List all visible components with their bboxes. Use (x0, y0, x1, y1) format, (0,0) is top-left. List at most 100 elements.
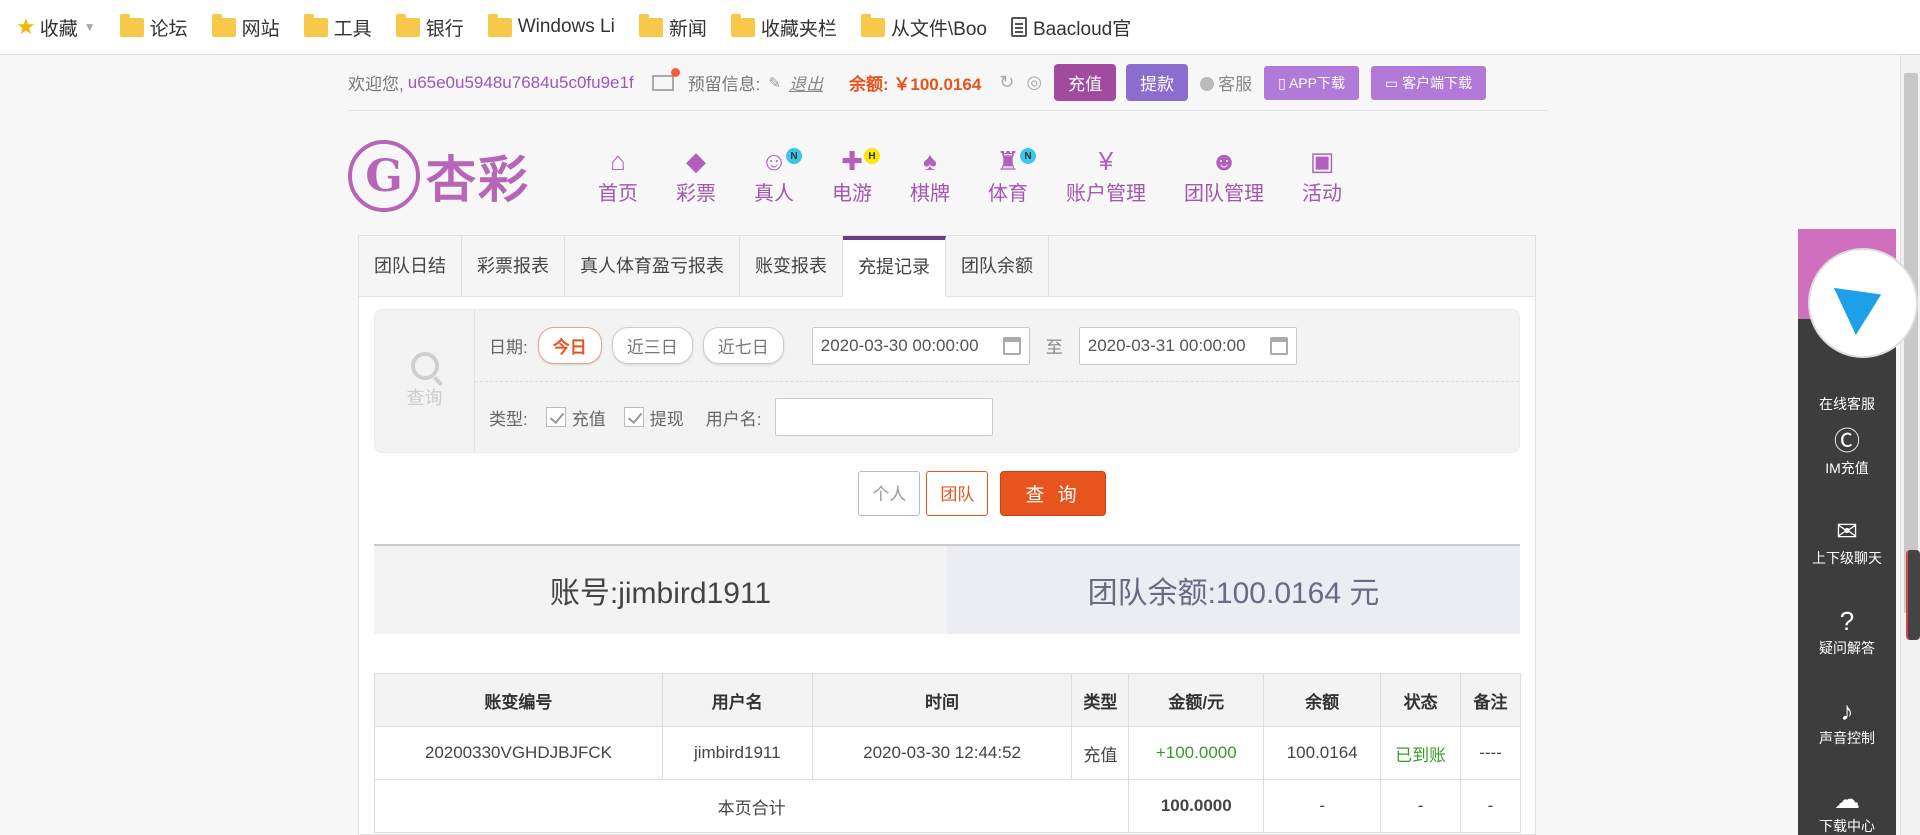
search-icon (410, 352, 439, 380)
calendar-icon[interactable] (1269, 336, 1288, 355)
app-download-button[interactable]: ▯ APP下载 (1264, 65, 1359, 100)
subtotal-note: - (1460, 779, 1521, 833)
tab-lottery-report[interactable]: 彩票报表 (462, 236, 565, 296)
folder-icon (638, 13, 663, 37)
app-download-label: APP下载 (1288, 74, 1345, 91)
withdraw-checkbox[interactable] (623, 407, 644, 427)
nav-slots[interactable]: ✚ H 电游 (832, 130, 880, 220)
float-faq[interactable]: ? 疑问解答 (1798, 604, 1896, 658)
edit-icon[interactable]: ✎ (768, 74, 781, 92)
nav-label: 彩票 (676, 182, 716, 205)
float-online-service[interactable]: ☎ 在线客服 (1798, 360, 1896, 414)
welcome-text: 欢迎您, (348, 75, 404, 94)
tab-team-balance[interactable]: 团队余额 (946, 236, 1049, 296)
nav-lottery[interactable]: ◆ 彩票 (676, 130, 716, 220)
team-button[interactable]: 团队 (926, 471, 989, 516)
bird-widget[interactable] (1808, 248, 1918, 358)
yen-icon: ¥ (1098, 145, 1114, 176)
username-label: 用户名: (705, 409, 762, 429)
float-im-recharge[interactable]: Ⓒ IM充值 (1798, 424, 1896, 478)
scrollbar-thumb[interactable] (1904, 73, 1918, 613)
username-input[interactable] (775, 398, 994, 436)
client-download-label: 客户端下载 (1402, 74, 1473, 91)
document-icon (1010, 17, 1027, 37)
mail-icon[interactable] (651, 67, 680, 91)
bookmarks-bar: ★ 收藏 ▼ 论坛 网站 工具 银行 Windows Li 新闻 收藏夹栏 从文… (0, 0, 1920, 55)
bookmark-label: 论坛 (149, 18, 188, 40)
bookmark-label: 从文件\Boo (890, 18, 987, 40)
bookmark-folder[interactable]: 新闻 (638, 13, 707, 41)
service-link[interactable]: 客服 (1200, 70, 1252, 95)
float-chat[interactable]: ✉ 上下级聊天 (1798, 514, 1896, 568)
subtotal-status: - (1380, 779, 1462, 833)
caret-down-icon[interactable]: ▼ (84, 20, 96, 34)
bookmark-favorites[interactable]: ★ 收藏 ▼ (16, 14, 96, 41)
start-date-input[interactable]: 2020-03-30 00:00:00 (811, 326, 1030, 365)
nav-label: 棋牌 (910, 182, 950, 205)
nav-sports[interactable]: ♜ N 体育 (988, 130, 1036, 220)
nav-label: 团队管理 (1184, 182, 1264, 205)
float-label: IM充值 (1825, 460, 1869, 476)
nav-account[interactable]: ¥ 账户管理 (1066, 130, 1146, 220)
bookmark-folder[interactable]: 银行 (395, 13, 464, 41)
three-days-button[interactable]: 近三日 (611, 327, 693, 364)
bookmark-label: 收藏夹栏 (760, 18, 837, 40)
chat-icon: ✉ (1836, 516, 1858, 546)
refresh-icon[interactable]: ↻ (999, 72, 1014, 93)
recharge-checkbox[interactable] (545, 407, 566, 427)
recharge-button[interactable]: 充值 (1054, 64, 1117, 101)
personal-button[interactable]: 个人 (858, 471, 921, 516)
tab-account-change[interactable]: 账变报表 (740, 236, 843, 296)
nav-live[interactable]: ☺ N 真人 (754, 130, 802, 220)
bookmark-page[interactable]: Baacloud官 (1010, 14, 1131, 41)
subtotal-row: 本页合计 100.0000 - - - (373, 779, 1521, 833)
cell-time: 2020-03-30 12:44:52 (811, 726, 1073, 780)
logout-link[interactable]: 退出 (789, 70, 823, 95)
bookmark-folder[interactable]: 收藏夹栏 (730, 13, 837, 41)
query-button[interactable]: 查 询 (1000, 471, 1106, 516)
today-button[interactable]: 今日 (537, 327, 602, 364)
bookmark-folder[interactable]: 从文件\Boo (860, 13, 987, 41)
tab-deposit-withdraw[interactable]: 充提记录 (843, 236, 946, 297)
bookmark-folder[interactable]: 工具 (303, 13, 372, 41)
nav-label: 首页 (598, 182, 638, 205)
site-header: G 杏彩 ⌂ 首页 ◆ 彩票 ☺ N 真人 ✚ H 电游 ♠ 棋牌 ♜ N 体育 ¥ 账户管理 ☻ 团… (348, 130, 1548, 220)
bookmark-label: 新闻 (668, 18, 707, 40)
edge-handle[interactable] (1906, 550, 1920, 640)
tab-live-sports-report[interactable]: 真人体育盈亏报表 (565, 236, 740, 296)
new-badge: N (1020, 148, 1036, 164)
bookmark-folder[interactable]: 论坛 (119, 13, 188, 41)
col-header: 账变编号 (374, 673, 663, 727)
lottery-icon: ◆ (686, 145, 706, 176)
col-header: 用户名 (661, 673, 813, 727)
calendar-icon[interactable] (1002, 336, 1021, 355)
query-side: 查询 (375, 310, 475, 452)
seven-days-button[interactable]: 近七日 (702, 327, 784, 364)
trophy-icon: ♜ (996, 145, 1020, 176)
nav-cards[interactable]: ♠ 棋牌 (910, 130, 950, 220)
withdraw-button[interactable]: 提款 (1126, 64, 1189, 101)
nav-home[interactable]: ⌂ 首页 (598, 130, 638, 220)
nav-events[interactable]: ▣ 活动 (1302, 130, 1342, 220)
question-icon: ? (1839, 606, 1855, 636)
page-scrollbar[interactable] (1900, 55, 1920, 835)
col-header: 金额/元 (1128, 673, 1265, 727)
type-label: 类型: (489, 409, 528, 429)
gamepad-icon: ✚ (841, 145, 863, 176)
float-download[interactable]: ☁ 下载中心 (1798, 782, 1896, 835)
speaker-icon: ♪ (1840, 696, 1854, 726)
hide-eye-icon[interactable]: ◎ (1026, 72, 1042, 93)
subtotal-label: 本页合计 (373, 779, 1130, 833)
bookmark-folder[interactable]: Windows Li (487, 13, 615, 38)
nav-team[interactable]: ☻ 团队管理 (1184, 130, 1264, 220)
bookmark-folder[interactable]: 网站 (211, 13, 280, 41)
site-logo[interactable]: G 杏彩 (348, 140, 533, 212)
folder-icon (211, 13, 236, 37)
client-download-button[interactable]: ▭ 客户端下载 (1370, 65, 1487, 100)
tab-team-daily[interactable]: 团队日结 (359, 236, 462, 296)
end-date-input[interactable]: 2020-03-31 00:00:00 (1078, 326, 1297, 365)
nav-label: 真人 (754, 182, 794, 205)
service-icon (1200, 77, 1215, 91)
logo-text: 杏彩 (426, 150, 530, 209)
float-sound[interactable]: ♪ 声音控制 (1798, 694, 1896, 748)
